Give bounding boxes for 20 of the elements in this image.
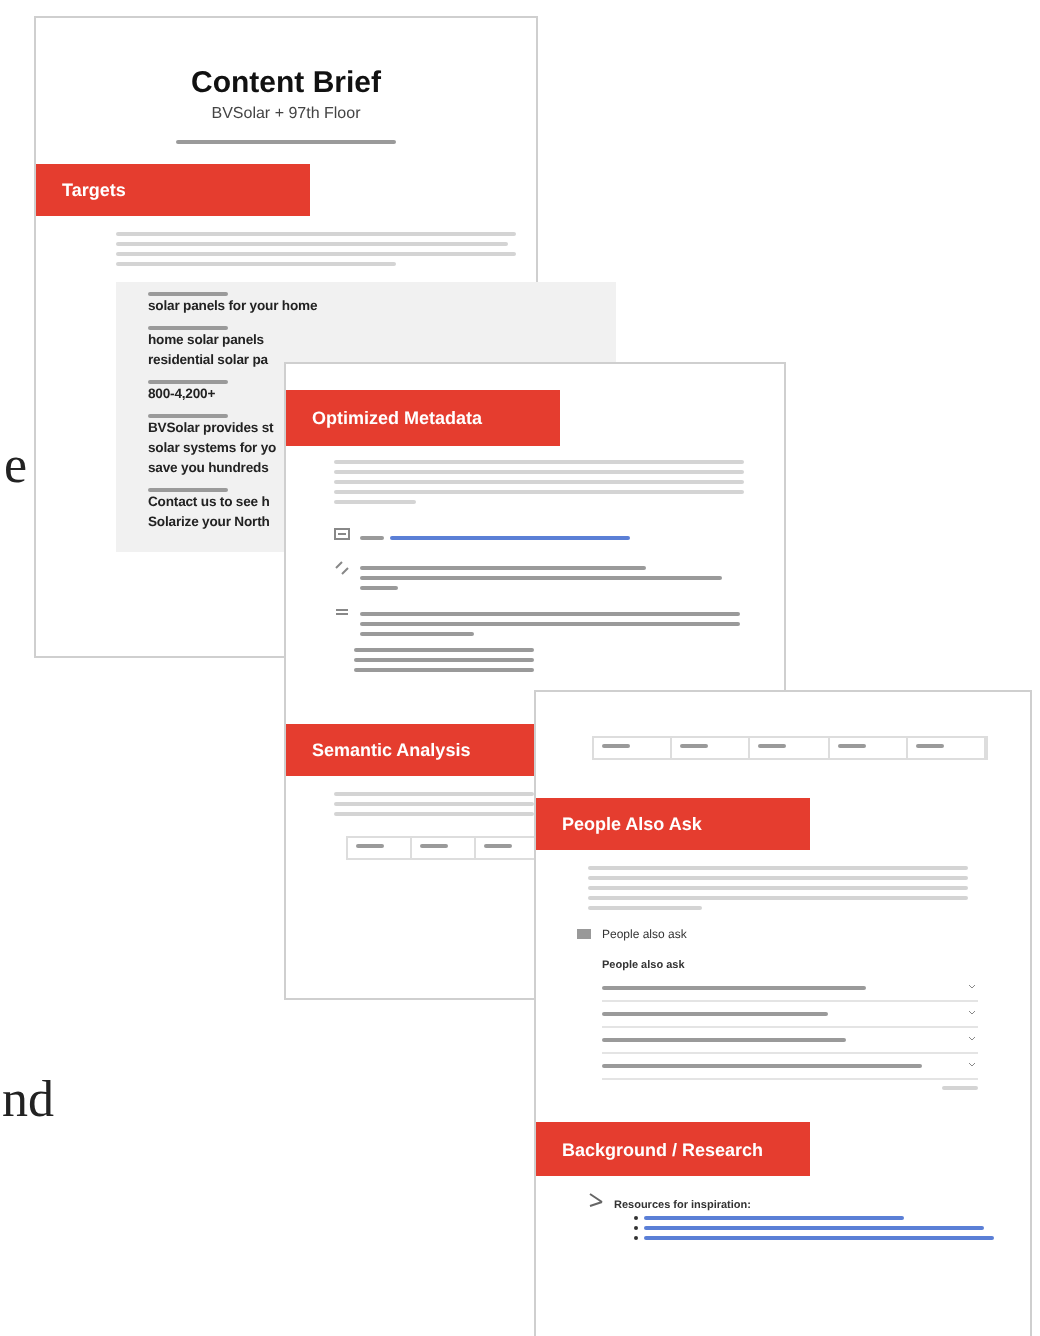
section-banner: Optimized Metadata xyxy=(286,390,560,446)
section-banner: People Also Ask xyxy=(536,798,810,850)
document-icon xyxy=(576,928,592,944)
blurred-text-line xyxy=(680,744,709,748)
section-banner: Background / Research xyxy=(536,1122,810,1176)
brief-subtitle: BVSolar + 97th Floor xyxy=(209,104,363,122)
blurred-text-line xyxy=(915,744,944,748)
document-icon xyxy=(334,528,350,544)
blurred-text-line xyxy=(758,744,787,748)
blurred-text-line xyxy=(484,844,512,848)
page-text: nd xyxy=(2,1074,54,1126)
brief-title: Content Brief xyxy=(189,66,383,100)
blurred-text-line xyxy=(420,844,448,848)
blurred-text-line xyxy=(360,536,384,540)
blurred-text-line xyxy=(942,1086,978,1090)
page-text: e xyxy=(4,440,28,492)
blurred-text-line xyxy=(602,744,630,748)
blurred-text-line xyxy=(356,844,384,848)
section-banner: Targets xyxy=(36,164,310,216)
blurred-text-line xyxy=(837,744,866,748)
